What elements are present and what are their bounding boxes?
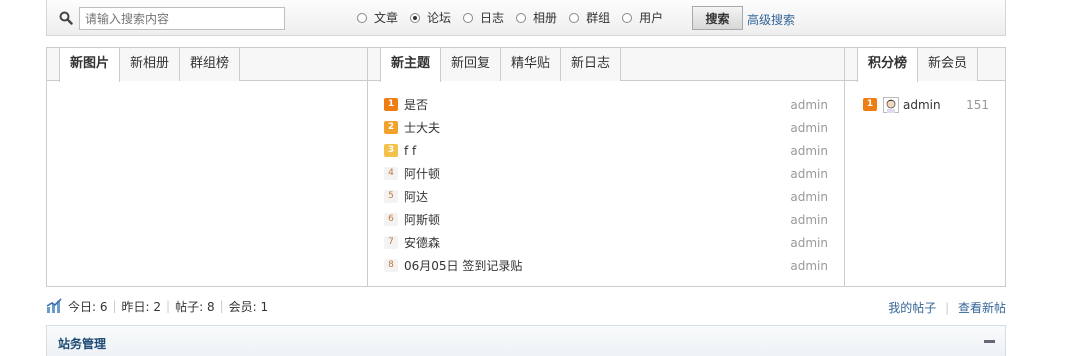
stat-yesterday: 昨日: 2 — [121, 299, 162, 314]
stats-chart-icon — [46, 298, 62, 313]
thread-author-link[interactable]: admin — [790, 144, 828, 158]
radio-button[interactable] — [622, 12, 633, 23]
radio-label: 论坛 — [427, 11, 452, 25]
radio-label: 日志 — [480, 11, 505, 25]
thread-title-link[interactable]: 是否 — [404, 96, 428, 113]
search-input[interactable] — [79, 7, 285, 30]
stat-posts: 帖子: 8 — [175, 299, 215, 314]
divider: | — [219, 299, 224, 313]
thread-row: 4 阿什顿 admin — [384, 162, 828, 185]
thread-row: 7 安德森 admin — [384, 231, 828, 254]
tab-featured-posts[interactable]: 精华贴 — [501, 48, 562, 81]
rank-badge: 1 — [384, 98, 398, 111]
image-panel-tabs: 新图片 新相册 群组榜 — [47, 48, 367, 82]
site-admin-title: 站务管理 — [58, 337, 107, 351]
search-bar: 文章 论坛 日志 相册 群组 用户 搜索 高级搜索 — [46, 0, 1006, 36]
rank-badge: 8 — [384, 259, 398, 272]
rank-badge: 5 — [384, 190, 398, 203]
points-list: 1 admin 151 — [863, 93, 989, 116]
divider: | — [945, 301, 950, 315]
thread-panel-tabs: 新主题 新回复 精华贴 新日志 — [368, 48, 844, 82]
advanced-search-link[interactable]: 高级搜索 — [747, 11, 795, 28]
divider: | — [166, 299, 171, 313]
view-new-posts-link[interactable]: 查看新帖 — [958, 301, 1006, 315]
search-scope-option[interactable]: 群组 — [569, 9, 610, 26]
thread-title-link[interactable]: 06月05日 签到记录贴 — [404, 257, 522, 274]
my-posts-link[interactable]: 我的帖子 — [888, 301, 936, 315]
thread-author-link[interactable]: admin — [790, 190, 828, 204]
search-scope-options: 文章 论坛 日志 相册 群组 用户 — [357, 9, 675, 26]
radio-label: 用户 — [639, 11, 664, 25]
thread-author-link[interactable]: admin — [790, 121, 828, 135]
thread-row: 2 士大夫 admin — [384, 116, 828, 139]
stat-members: 会员: 1 — [228, 299, 269, 314]
stat-today: 今日: 6 — [68, 299, 108, 314]
radio-button[interactable] — [410, 12, 421, 23]
forum-stats: 今日: 6 | 昨日: 2 | 帖子: 8 | 会员: 1 — [46, 298, 268, 314]
thread-title-link[interactable]: 阿斯顿 — [404, 211, 440, 228]
member-name[interactable]: admin — [903, 98, 941, 112]
search-scope-option[interactable]: 日志 — [463, 9, 504, 26]
thread-author-link[interactable]: admin — [790, 259, 828, 273]
radio-button[interactable] — [516, 12, 527, 23]
tab-new-threads[interactable]: 新主题 — [380, 48, 442, 82]
tab-group-ranking[interactable]: 群组榜 — [180, 48, 241, 81]
thread-title-link[interactable]: 士大夫 — [404, 119, 440, 136]
radio-label: 文章 — [374, 11, 399, 25]
rank-badge: 6 — [384, 213, 398, 226]
radio-button[interactable] — [357, 12, 367, 23]
thread-row: 3 f f admin — [384, 139, 828, 162]
thread-author-link[interactable]: admin — [790, 213, 828, 227]
search-scope-option[interactable]: 论坛 — [410, 9, 451, 26]
radio-button[interactable] — [463, 12, 474, 23]
tab-new-blogs[interactable]: 新日志 — [561, 48, 622, 81]
member-score: 151 — [966, 97, 989, 112]
site-admin-bar: 站务管理 — [46, 325, 1006, 356]
thread-panel: 新主题 新回复 精华贴 新日志 1 是否 admin 2 士大夫 admin 3 f f adm… — [367, 47, 845, 287]
thread-title-link[interactable]: f f — [404, 144, 416, 158]
collapse-icon[interactable] — [984, 340, 995, 343]
search-scope-option[interactable]: 文章 — [357, 9, 398, 26]
search-icon — [59, 11, 73, 25]
rank-badge: 2 — [384, 121, 398, 134]
thread-author-link[interactable]: admin — [790, 167, 828, 181]
radio-button[interactable] — [569, 12, 580, 23]
rank-badge: 3 — [384, 144, 398, 157]
thread-row: 5 阿达 admin — [384, 185, 828, 208]
image-panel: 新图片 新相册 群组榜 — [46, 47, 368, 287]
search-button[interactable]: 搜索 — [692, 6, 743, 30]
thread-author-link[interactable]: admin — [790, 98, 828, 112]
rank-badge: 1 — [863, 98, 877, 111]
thread-title-link[interactable]: 安德森 — [404, 234, 440, 251]
tab-new-images[interactable]: 新图片 — [59, 48, 121, 82]
tab-points-ranking[interactable]: 积分榜 — [857, 48, 919, 82]
tab-new-members[interactable]: 新会员 — [918, 48, 979, 81]
thread-list: 1 是否 admin 2 士大夫 admin 3 f f admin 4 阿什顿 admin 5 阿达 ad… — [384, 93, 828, 277]
search-scope-option[interactable]: 用户 — [622, 9, 663, 26]
search-scope-option[interactable]: 相册 — [516, 9, 557, 26]
ranking-panel: 积分榜 新会员 1 admin 151 — [844, 47, 1006, 287]
quick-links: 我的帖子 | 查看新帖 — [888, 299, 1006, 316]
radio-label: 相册 — [533, 11, 558, 25]
thread-title-link[interactable]: 阿达 — [404, 188, 428, 205]
avatar[interactable] — [883, 96, 899, 113]
thread-row: 6 阿斯顿 admin — [384, 208, 828, 231]
divider: | — [112, 299, 117, 313]
tab-new-albums[interactable]: 新相册 — [120, 48, 181, 81]
radio-label: 群组 — [586, 11, 611, 25]
thread-title-link[interactable]: 阿什顿 — [404, 165, 440, 182]
ranking-panel-tabs: 积分榜 新会员 — [845, 48, 1005, 82]
thread-row: 8 06月05日 签到记录贴 admin — [384, 254, 828, 277]
thread-row: 1 是否 admin — [384, 93, 828, 116]
rank-badge: 7 — [384, 236, 398, 249]
thread-author-link[interactable]: admin — [790, 236, 828, 250]
tab-new-replies[interactable]: 新回复 — [441, 48, 502, 81]
points-row: 1 admin 151 — [863, 93, 989, 116]
rank-badge: 4 — [384, 167, 398, 180]
